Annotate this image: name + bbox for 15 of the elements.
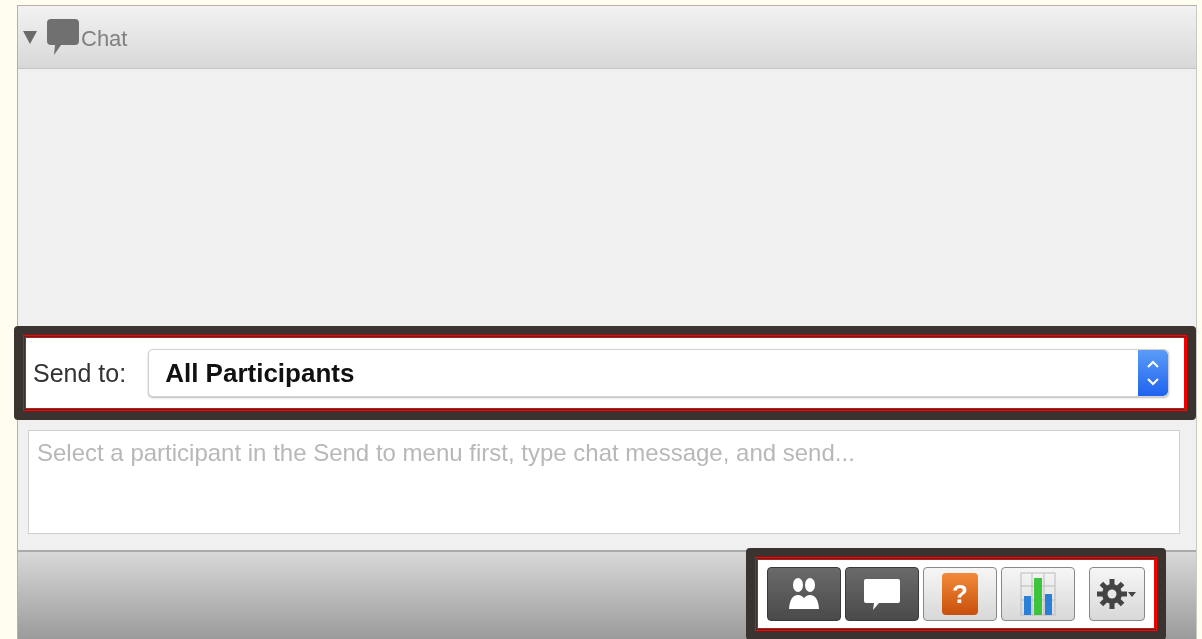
message-input-field[interactable]: Select a participant in the Send to menu first, type chat message, and send... xyxy=(28,430,1180,534)
people-icon xyxy=(787,577,821,611)
speech-bubble-icon xyxy=(863,577,901,611)
polling-button[interactable] xyxy=(1001,567,1075,621)
participants-button[interactable] xyxy=(767,567,841,621)
settings-button[interactable] xyxy=(1089,567,1145,621)
panel-title: Chat xyxy=(81,26,128,52)
chat-button[interactable] xyxy=(845,567,919,621)
collapse-triangle-icon[interactable] xyxy=(23,30,37,44)
speech-bubble-icon xyxy=(47,19,79,55)
stepper-icon xyxy=(1138,350,1168,396)
send-to-label: Send to: xyxy=(33,358,127,388)
bar-chart-icon xyxy=(1020,572,1056,616)
recipient-dropdown[interactable]: All Participants xyxy=(148,349,1169,397)
gear-icon xyxy=(1097,577,1137,611)
